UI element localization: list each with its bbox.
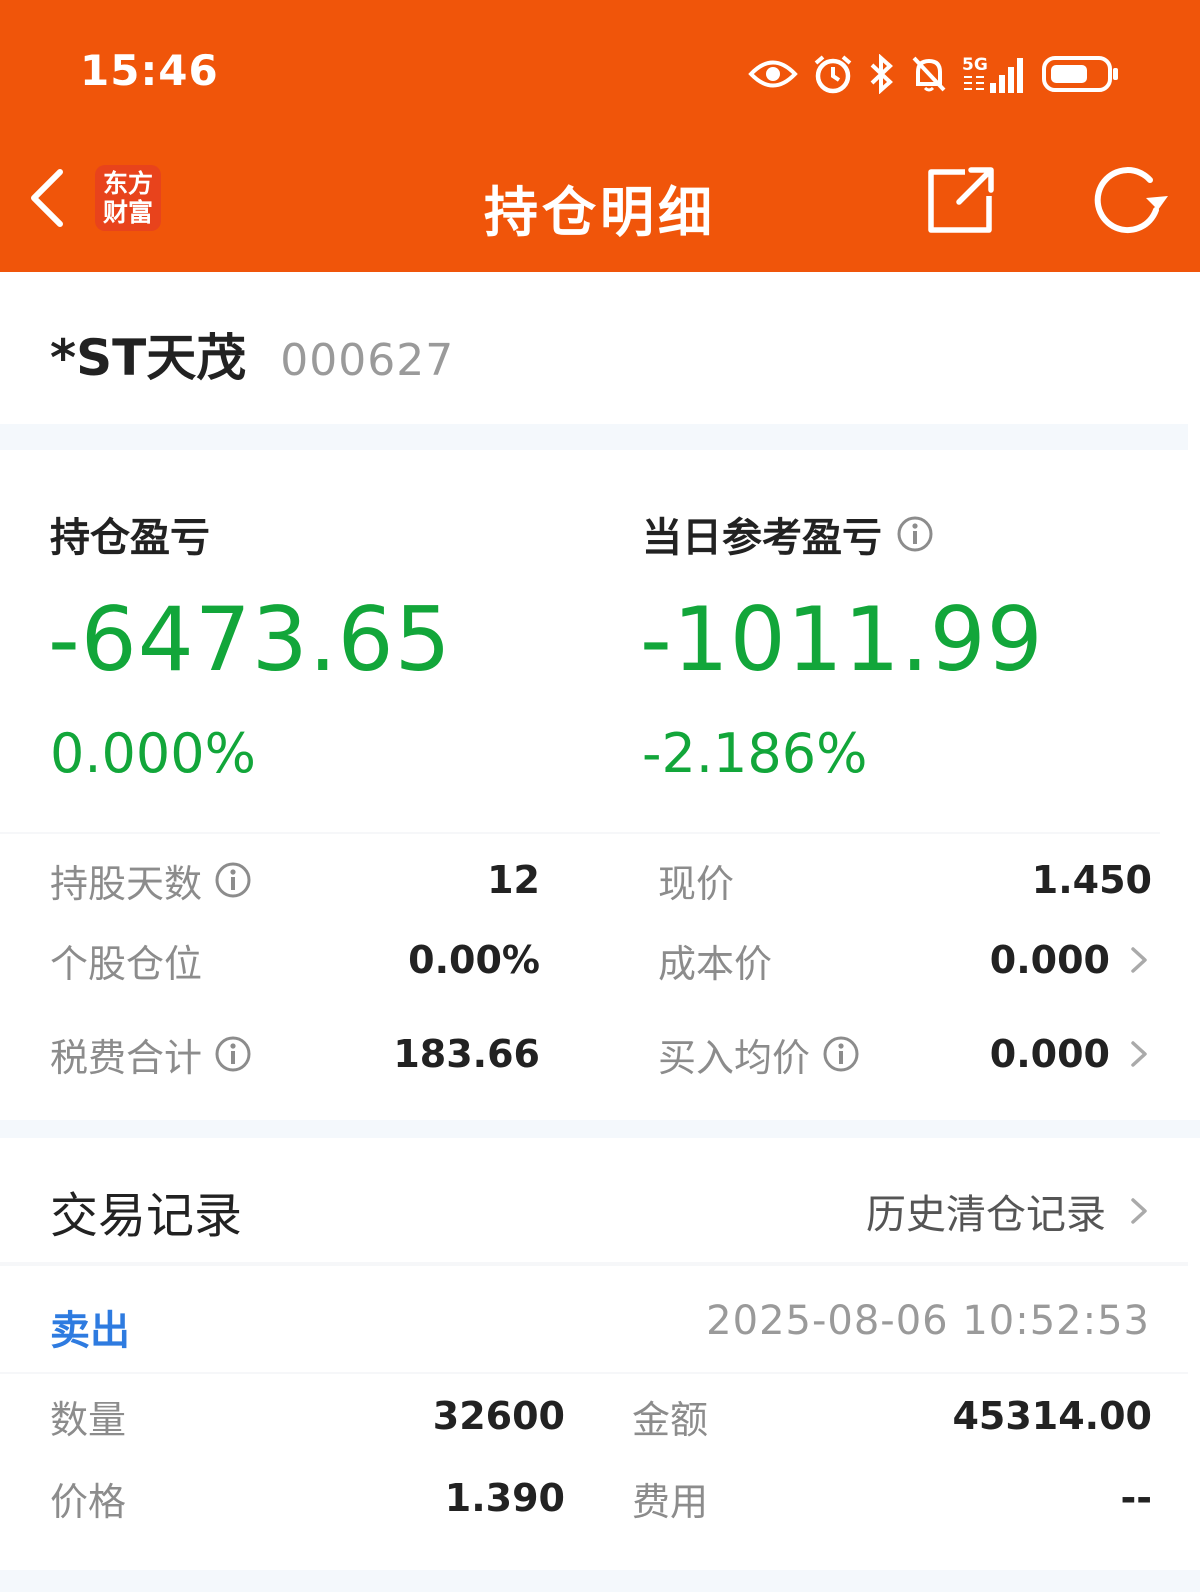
status-icons: 5G [748, 48, 1120, 100]
tax-fee-row: 税费合计 183.66 [50, 1026, 540, 1082]
trade-qty-value: 32600 [432, 1394, 565, 1438]
daily-pl-label: 当日参考盈亏 [642, 505, 934, 563]
daily-pl-label-text: 当日参考盈亏 [642, 515, 882, 561]
position-ratio-value: 0.00% [408, 938, 540, 982]
history-clear-link[interactable]: 历史清仓记录 [866, 1182, 1152, 1240]
section-divider [0, 1120, 1200, 1138]
position-pl-label: 持仓盈亏 [50, 505, 210, 563]
trade-price-label: 价格 [50, 1479, 127, 1524]
info-icon[interactable] [214, 861, 252, 899]
trade-price-value: 1.390 [444, 1476, 565, 1520]
trade-type: 卖出 [50, 1308, 130, 1354]
page-title: 持仓明细 [484, 181, 716, 244]
trade-amount-value: 45314.00 [952, 1394, 1152, 1438]
position-pl-value: -6473.65 [48, 588, 452, 691]
stock-header: *ST天茂 000627 [50, 318, 454, 387]
chevron-right-icon[interactable] [1126, 1035, 1152, 1073]
cost-price-value-group: 0.000 [990, 938, 1152, 982]
trade-amount-row: 金额 45314.00 [632, 1388, 1152, 1444]
tax-fee-value: 183.66 [393, 1032, 540, 1076]
trade-fee-value: -- [1120, 1476, 1152, 1520]
avg-buy-value-group: 0.000 [990, 1032, 1152, 1076]
refresh-icon[interactable] [1090, 164, 1168, 238]
trade-fee-row: 费用 -- [632, 1470, 1152, 1526]
alarm-icon [814, 55, 852, 94]
row-divider [0, 1372, 1188, 1374]
info-icon[interactable] [822, 1035, 860, 1073]
avg-buy-value: 0.000 [989, 1032, 1110, 1076]
share-icon[interactable] [925, 166, 997, 236]
status-time: 15:46 [80, 46, 219, 95]
position-ratio-row: 个股仓位 0.00% [50, 932, 540, 988]
trade-time: 2025-08-06 10:52:53 [706, 1298, 1150, 1344]
section-divider [0, 424, 1188, 450]
cost-price-label: 成本价 [658, 941, 773, 986]
daily-pl-value: -1011.99 [640, 588, 1044, 691]
section-divider [0, 832, 1160, 834]
stock-name: *ST天茂 [50, 329, 247, 387]
cost-price-value: 0.000 [989, 938, 1110, 982]
hold-days-value: 12 [487, 858, 540, 902]
current-price-row: 现价 1.450 [658, 852, 1152, 908]
svg-text:5G: 5G [962, 55, 988, 75]
trade-records-title: 交易记录 [50, 1188, 243, 1244]
mute-bell-icon [912, 56, 946, 92]
trade-price-row: 价格 1.390 [50, 1470, 565, 1526]
signal-5g-icon: 5G [962, 55, 1023, 93]
chevron-right-icon[interactable] [1126, 941, 1152, 979]
hold-days-row: 持股天数 12 [50, 852, 540, 908]
section-divider [0, 1570, 1200, 1592]
info-icon[interactable] [896, 515, 934, 553]
daily-pl-pct: -2.186% [642, 722, 868, 785]
trade-fee-label: 费用 [632, 1479, 709, 1524]
info-icon[interactable] [214, 1035, 252, 1073]
eye-icon [748, 60, 798, 88]
app-header: 15:46 5G 东方 财富 持仓明细 [0, 0, 1200, 272]
avg-buy-label-text: 买入均价 [658, 1035, 811, 1080]
avg-buy-label: 买入均价 [658, 1027, 860, 1082]
tax-fee-label: 税费合计 [50, 1027, 252, 1082]
trade-amount-label: 金额 [632, 1397, 709, 1442]
trade-qty-row: 数量 32600 [50, 1388, 565, 1444]
history-clear-link-text[interactable]: 历史清仓记录 [866, 1182, 1106, 1240]
position-ratio-label: 个股仓位 [50, 941, 203, 986]
avg-buy-row[interactable]: 买入均价 0.000 [658, 1026, 1152, 1082]
battery-icon [1042, 56, 1118, 92]
section-divider [0, 1262, 1188, 1266]
trade-qty-label: 数量 [50, 1397, 127, 1442]
tax-fee-label-text: 税费合计 [50, 1035, 203, 1080]
hold-days-label-text: 持股天数 [50, 861, 203, 906]
cost-price-row[interactable]: 成本价 0.000 [658, 932, 1152, 988]
current-price-label: 现价 [658, 861, 735, 906]
hold-days-label: 持股天数 [50, 853, 252, 908]
bluetooth-icon [870, 54, 893, 94]
position-pl-pct: 0.000% [50, 722, 256, 785]
current-price-value: 1.450 [1031, 858, 1152, 902]
chevron-right-icon[interactable] [1126, 1192, 1152, 1230]
stock-code: 000627 [280, 335, 455, 386]
position-pl-label-text: 持仓盈亏 [50, 515, 210, 561]
